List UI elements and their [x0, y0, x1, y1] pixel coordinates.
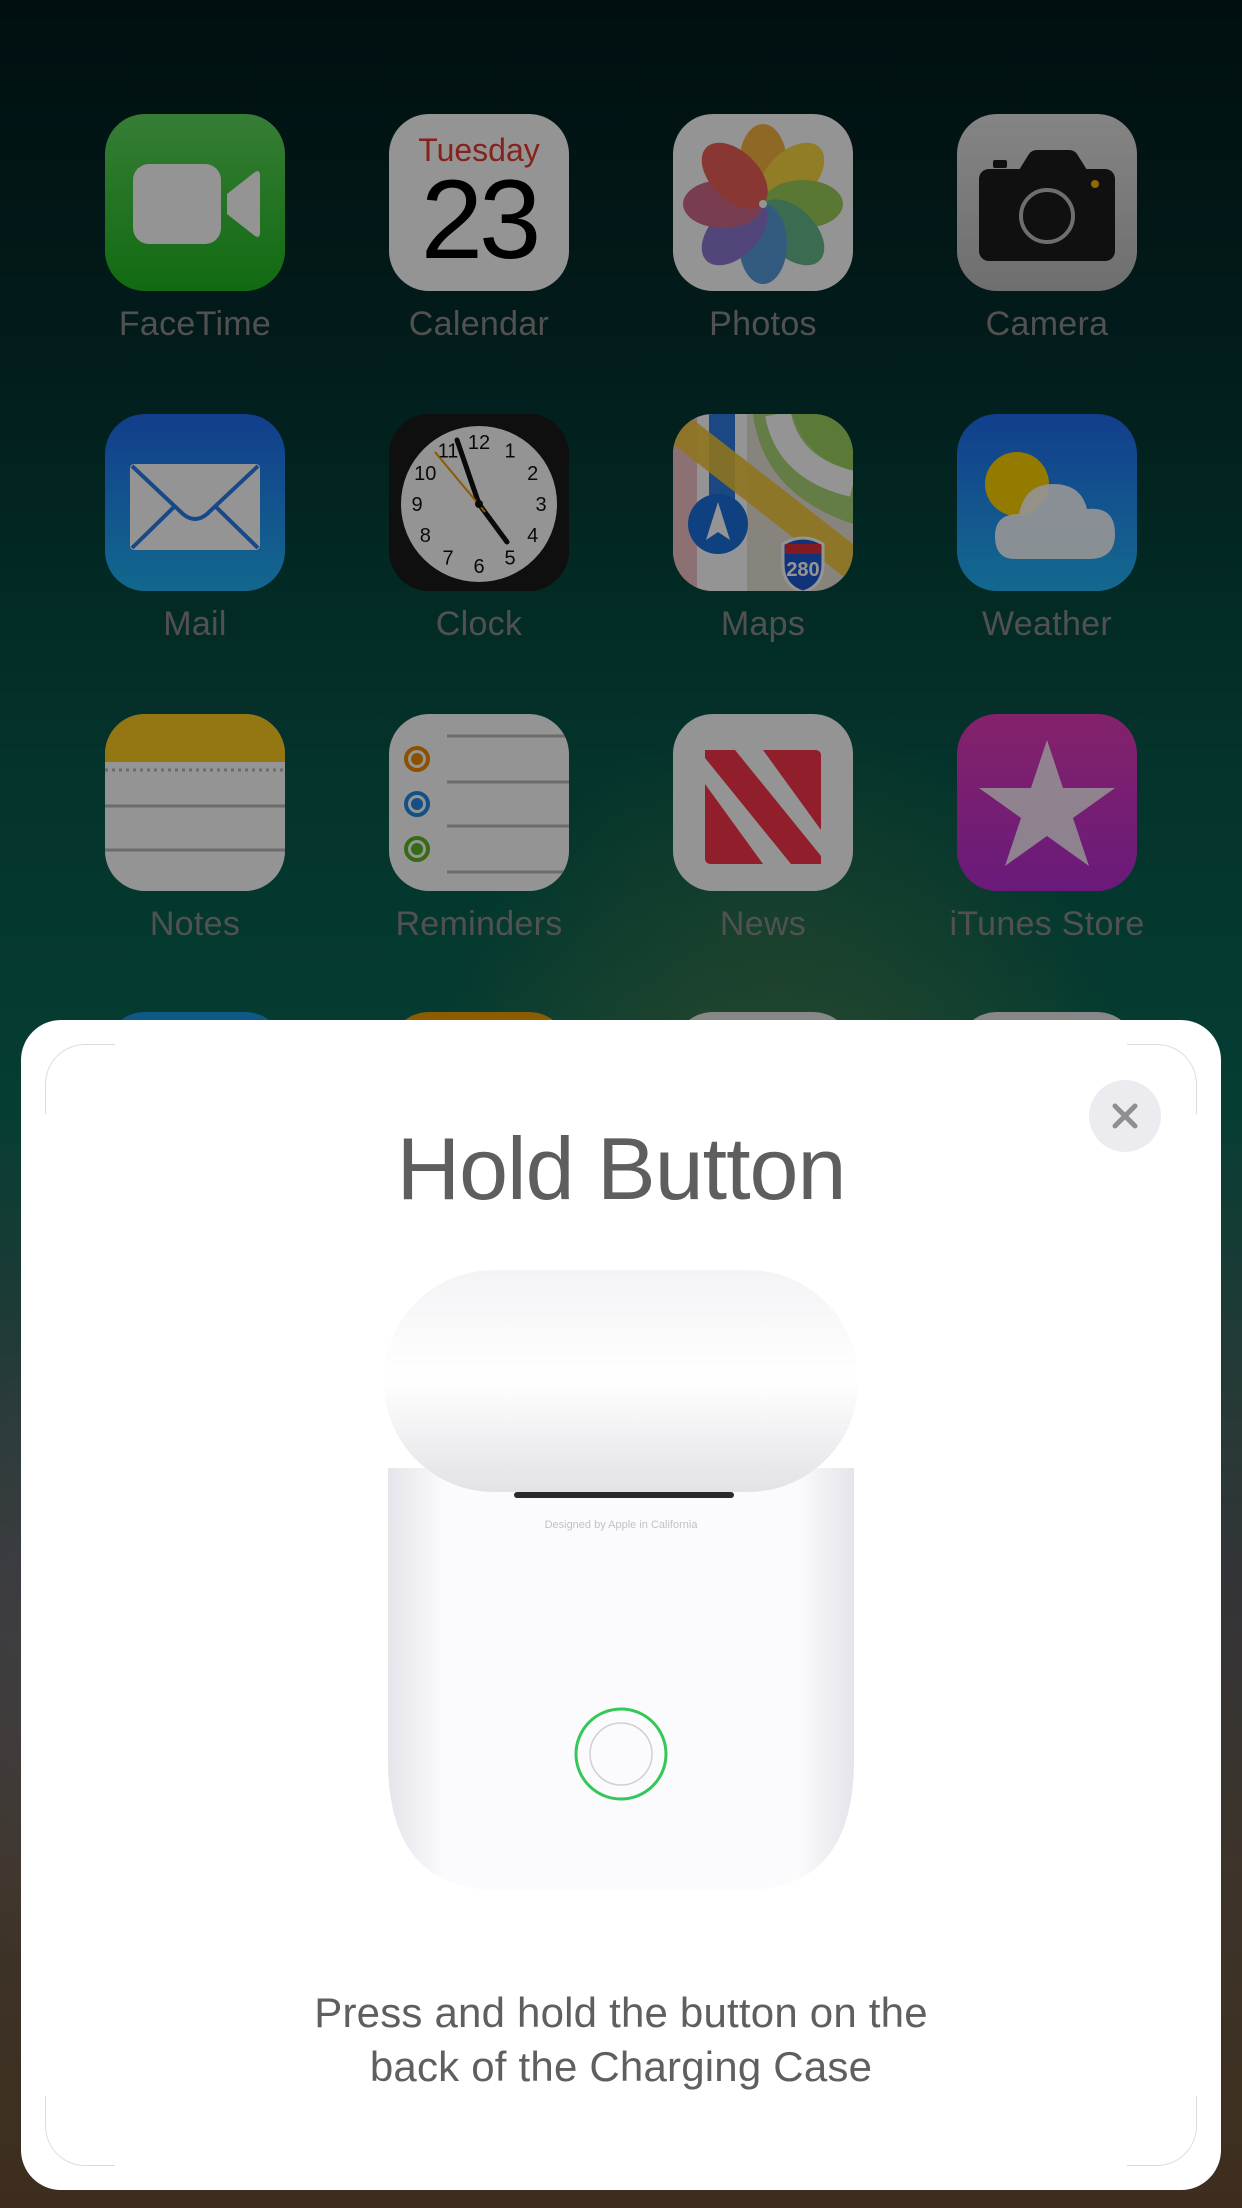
instruction-text: Press and hold the button on the back of…	[21, 1986, 1221, 2094]
sheet-title: Hold Button	[396, 1119, 847, 1218]
case-engraving: Designed by Apple in California	[545, 1519, 699, 1531]
instruction-line: Press and hold the button on the back of…	[314, 1989, 928, 2090]
airpods-pairing-sheet: Hold Button Designed by Apple in Califor…	[21, 1020, 1221, 2190]
charging-case-image: Designed by Apple in California	[384, 1270, 858, 1910]
